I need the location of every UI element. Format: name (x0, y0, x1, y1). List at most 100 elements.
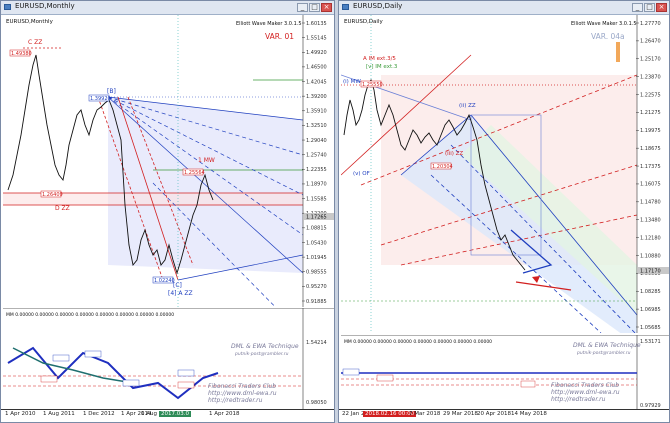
y-tick-label: 1.05430 (306, 240, 327, 246)
left-xtick-cursor: 2017.03.0 (159, 411, 191, 417)
y-tick-label: 1.10880 (640, 253, 661, 259)
price-tag-2: 1.39920 (90, 96, 111, 102)
right-current-price: 1.17170 (640, 269, 661, 275)
left-indicator-panel[interactable]: MM 0.00000 0.00000 0.00000 0.00000 0.000… (3, 308, 334, 411)
price-tag-5: 1.02240 (154, 278, 175, 284)
left-xtick-1: 1 Apr 2010 (5, 411, 36, 417)
right-title-bar[interactable]: EURUSD,Daily _ □ × (339, 1, 669, 15)
right-ind-ytick-1: 1.53171 (640, 339, 661, 345)
right-wave-label-iiizz: (iii) ZZ (445, 151, 463, 157)
left-y-axis: 1.60135 1.55145 1.49920 1.46500 1.42045 1.392… (302, 21, 327, 305)
left-price-chart[interactable]: 1.49380 1.39920 1.26409 1.25564 1.02240 … (3, 15, 334, 307)
right-price-chart[interactable]: 1.25550 1.20304 A IM ext.3/5 [v] IM ext.… (341, 15, 669, 333)
y-tick-label: 1.25170 (640, 57, 661, 63)
right-watermark-5: http://redtrader.ru (551, 396, 606, 403)
right-x-axis: 22 Jan 2018 2018.02.16 00:00 7 Mar 2018 … (339, 409, 669, 422)
left-header-note: Elliott Wave Maker 3.0.1.5 (236, 21, 302, 27)
y-tick-label: 1.32510 (306, 123, 327, 129)
y-tick-label: 1.23870 (640, 74, 661, 80)
y-tick-label: 1.27770 (640, 21, 661, 27)
left-watermark-3: Fibonacci Traders Club (208, 383, 276, 390)
right-chart-window[interactable]: EURUSD,Daily _ □ × 1.25550 1.20304 A IM … (338, 0, 670, 423)
y-tick-label: 1.29040 (306, 138, 327, 144)
right-header-note: Elliott Wave Maker 3.0.1.5 (571, 21, 637, 27)
y-tick-label: 1.01945 (306, 255, 327, 261)
right-xtick-3: 7 Mar 2018 (409, 411, 441, 417)
left-ind-ytick-2: 0.98050 (306, 400, 327, 406)
left-x-axis: 1 Apr 2010 1 Aug 2011 1 Dec 2012 1 Apr 2… (1, 409, 334, 422)
right-watermark-2: putnik-post@rambler.ru (576, 350, 631, 356)
chart-window-icon-right (342, 4, 349, 10)
right-symbol-label: EURUSD,Daily (344, 19, 383, 25)
right-wave-label-iizz: (ii) ZZ (459, 103, 476, 109)
left-watermark-4: http://www.dml-ewa.ru (208, 390, 277, 397)
y-tick-label: 1.55145 (306, 35, 327, 41)
right-watermark-3: Fibonacci Traders Club (551, 382, 619, 389)
close-button-right[interactable]: × (656, 3, 667, 12)
y-tick-label: 1.25740 (306, 152, 327, 158)
close-button[interactable]: × (321, 3, 332, 12)
right-xtick-5: 20 Apr 2018 (477, 411, 512, 417)
y-tick-label: 1.18675 (640, 146, 661, 152)
right-watermark-1: DML & EWA Technique (573, 342, 641, 349)
left-chart-window[interactable]: EURUSD,Monthly _ □ × 1.49380 1.39920 1.2… (0, 0, 335, 423)
minimize-button-right[interactable]: _ (632, 3, 643, 12)
left-indicator-label: MM 0.00000 0.00000 0.00000 0.00000 0.000… (6, 312, 174, 318)
y-tick-label: 1.13480 (640, 218, 661, 224)
wave-label-b: [B] (107, 88, 116, 95)
y-tick-label: 1.17375 (640, 164, 661, 170)
left-xtick-2: 1 Aug 2011 (43, 411, 75, 417)
y-tick-label: 0.95270 (306, 284, 327, 290)
price-tag-1: 1.49380 (11, 51, 32, 57)
y-tick-label: 1.12180 (640, 235, 661, 241)
left-window-title: EURUSD,Monthly (15, 2, 75, 10)
price-tag-3: 1.26409 (42, 192, 63, 198)
y-tick-label: 1.19975 (640, 128, 661, 134)
maximize-button-right[interactable]: □ (644, 3, 655, 12)
right-wave-label-vim: [v] IM ext.3 (366, 64, 398, 70)
right-xtick-6: 14 May 2018 (511, 411, 547, 417)
right-variant-label: VAR. 04a (591, 32, 625, 41)
y-tick-label: 1.14780 (640, 200, 661, 206)
left-ind-ytick-1: 1.54214 (306, 340, 327, 346)
y-tick-label: 1.46500 (306, 65, 327, 71)
y-tick-label: 1.08285 (640, 289, 661, 295)
y-tick-label: 0.91885 (306, 299, 327, 305)
right-window-title: EURUSD,Daily (353, 2, 403, 10)
right-price-tag-2: 1.20304 (432, 164, 453, 170)
y-tick-label: 0.98555 (306, 270, 327, 276)
y-tick-label: 1.18970 (306, 182, 327, 188)
maximize-button[interactable]: □ (309, 3, 320, 12)
left-variant-label: VAR. 01 (265, 32, 294, 41)
price-tag-4: 1.25564 (184, 170, 205, 176)
minimize-button[interactable]: _ (297, 3, 308, 12)
left-current-price: 1.17265 (306, 215, 327, 221)
y-tick-label: 1.26470 (640, 39, 661, 45)
y-tick-label: 1.05685 (640, 325, 661, 331)
y-tick-label: 1.08815 (306, 226, 327, 232)
right-y-axis: 1.27770 1.26470 1.25170 1.23870 1.22575 1.212… (636, 21, 661, 331)
wave-label-c: [C] (173, 282, 182, 289)
right-indicator-panel[interactable]: MM 0.00000 0.00000 0.00000 0.00000 0.000… (341, 335, 669, 411)
left-xtick-7: 1 Apr 2018 (209, 411, 240, 417)
wave-label-czz: C ZZ (28, 39, 42, 46)
y-tick-label: 1.60135 (306, 21, 327, 27)
right-price-tag-1: 1.25550 (362, 82, 383, 88)
wave-label-4azz: [4] A ZZ (168, 290, 193, 297)
y-tick-label: 1.21275 (640, 110, 661, 116)
wave-label-dzz: D ZZ (55, 205, 70, 212)
right-wave-label-imw: (i) MW (343, 79, 361, 85)
left-xtick-5: 1 Aug (141, 411, 157, 417)
chart-window-icon (4, 4, 11, 10)
left-watermark-1: DML & EWA Technique (231, 343, 299, 350)
y-tick-label: 1.42045 (306, 79, 327, 85)
right-xtick-4: 29 Mar 2018 (443, 411, 478, 417)
left-watermark-2: putnik-post@rambler.ru (234, 351, 289, 357)
left-symbol-label: EURUSD,Monthly (6, 19, 54, 25)
right-indicator-label: MM 0.00000 0.00000 0.00000 0.00000 0.000… (344, 339, 492, 345)
right-wave-label-vof: (v) OF (353, 171, 370, 177)
y-tick-label: 1.22575 (640, 92, 661, 98)
left-title-bar[interactable]: EURUSD,Monthly _ □ × (1, 1, 334, 15)
y-tick-label: 1.49920 (306, 50, 327, 56)
y-tick-label: 1.22355 (306, 167, 327, 173)
